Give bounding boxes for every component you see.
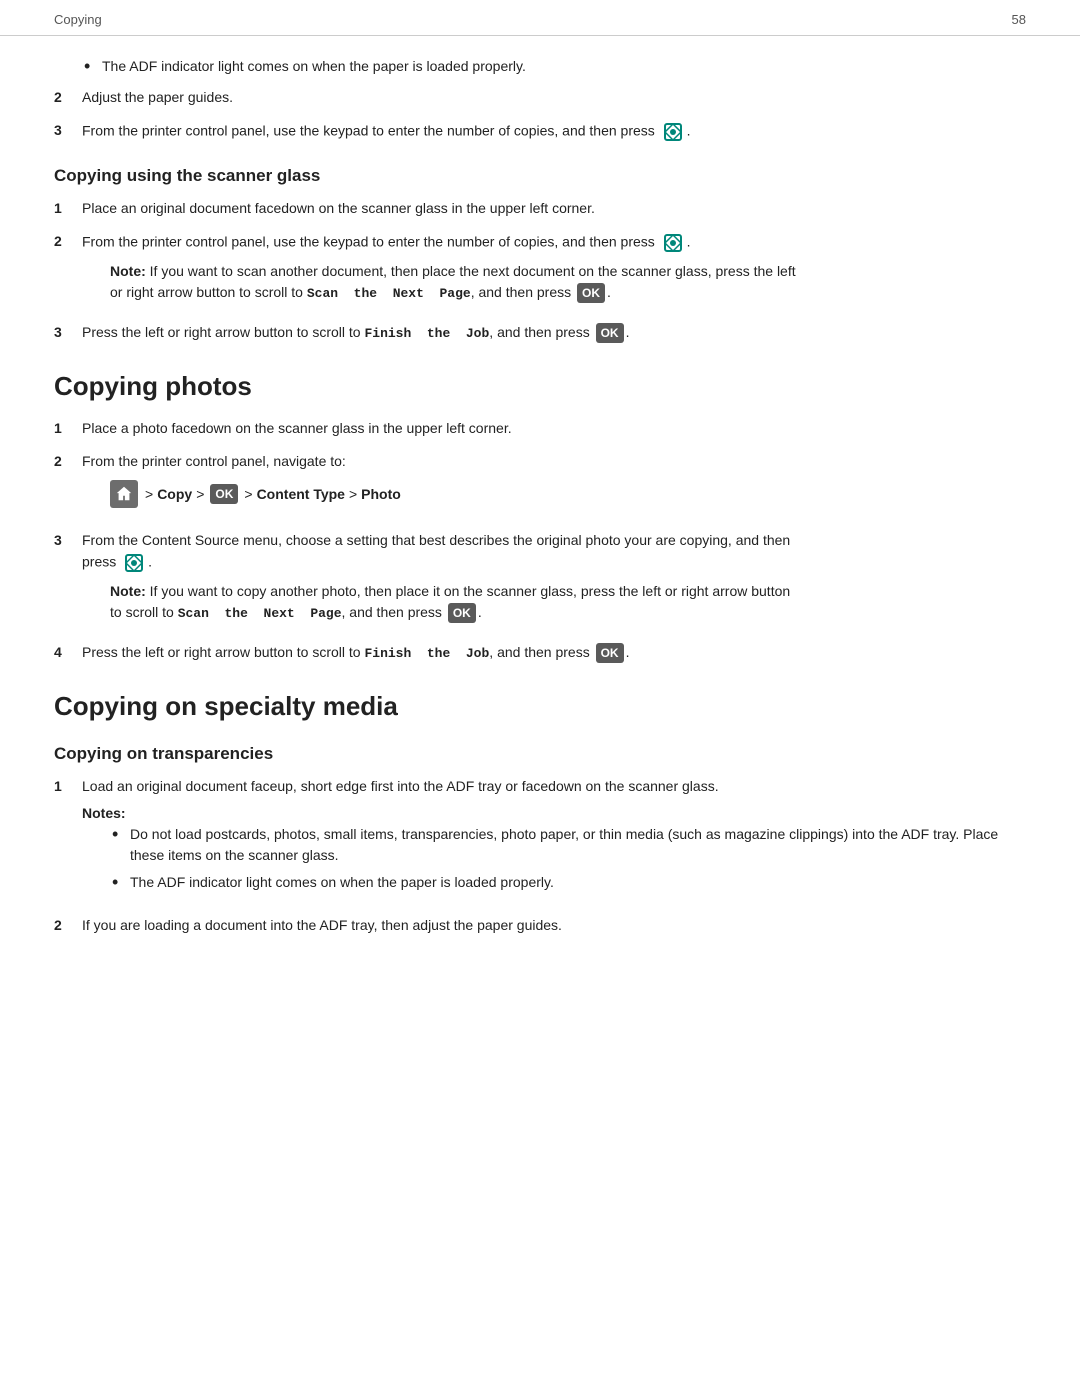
ok-button-2: OK: [596, 323, 624, 343]
nav-path: > Copy > OK > Content Type > Photo: [110, 480, 1026, 508]
photos-step-4: 4 Press the left or right arrow button t…: [54, 642, 1026, 664]
chapter-heading-specialty: Copying on specialty media: [54, 691, 1026, 722]
list-item: The ADF indicator light comes on when th…: [84, 56, 1026, 77]
page-header: Copying 58: [0, 0, 1080, 36]
step-2-top: 2 Adjust the paper guides.: [54, 87, 1026, 108]
header-left: Copying: [54, 12, 102, 27]
note-2: Note: If you want to scan another docume…: [110, 261, 1026, 304]
list-item: The ADF indicator light comes on when th…: [112, 872, 1026, 893]
scanner-step-1: 1 Place an original document facedown on…: [54, 198, 1026, 219]
ok-button-nav: OK: [210, 484, 238, 504]
notes-block: Notes: Do not load postcards, photos, sm…: [82, 803, 1026, 893]
trans-step-1: 1 Load an original document faceup, shor…: [54, 776, 1026, 903]
photos-step-2: 2 From the printer control panel, naviga…: [54, 451, 1026, 518]
top-bullet-list: The ADF indicator light comes on when th…: [84, 56, 1026, 77]
trans-step-2: 2 If you are loading a document into the…: [54, 915, 1026, 936]
page-content: The ADF indicator light comes on when th…: [0, 36, 1080, 988]
note-3: Note: If you want to copy another photo,…: [110, 581, 1026, 624]
scanner-step-3: 3 Press the left or right arrow button t…: [54, 322, 1026, 344]
ok-button-3: OK: [448, 603, 476, 623]
chapter-heading-photos: Copying photos: [54, 371, 1026, 402]
header-right: 58: [1012, 12, 1026, 27]
photos-step-3: 3 From the Content Source menu, choose a…: [54, 530, 1026, 630]
section-heading-transparencies: Copying on transparencies: [54, 744, 1026, 764]
list-item: Do not load postcards, photos, small ite…: [112, 824, 1026, 866]
start-icon: [661, 120, 685, 144]
start-icon-2: [661, 231, 685, 255]
ok-button-1: OK: [577, 283, 605, 303]
photos-step-1: 1 Place a photo facedown on the scanner …: [54, 418, 1026, 439]
ok-button-4: OK: [596, 643, 624, 663]
start-icon-3: [122, 551, 146, 575]
scanner-step-2: 2 From the printer control panel, use th…: [54, 231, 1026, 310]
page: Copying 58 The ADF indicator light comes…: [0, 0, 1080, 1397]
step-3-top: 3 From the printer control panel, use th…: [54, 120, 1026, 144]
section-heading-scanner-glass: Copying using the scanner glass: [54, 166, 1026, 186]
trans-notes-list: Do not load postcards, photos, small ite…: [112, 824, 1026, 893]
home-icon: [110, 480, 138, 508]
